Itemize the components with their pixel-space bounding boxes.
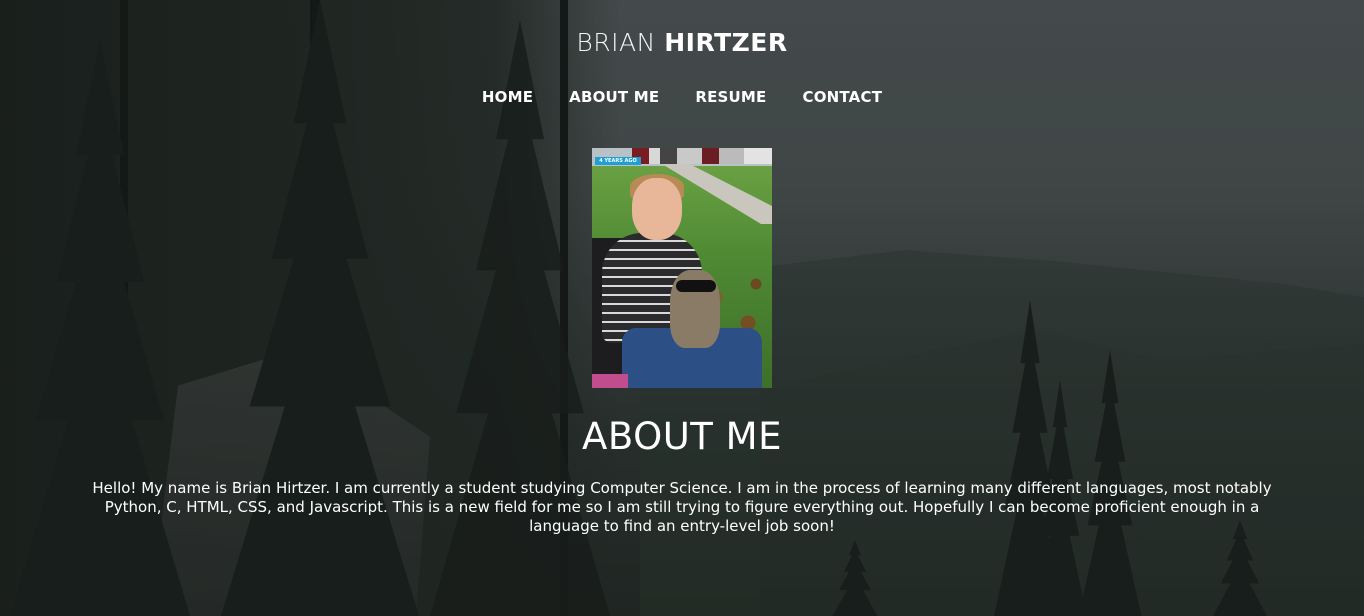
nav-home-link[interactable]: HOME (482, 88, 533, 106)
photo-pink-object (592, 374, 628, 388)
about-heading: ABOUT ME (582, 415, 782, 458)
photo-parked-cars (632, 148, 772, 164)
profile-photo: 4 YEARS AGO (592, 148, 772, 388)
photo-dog-goggles (676, 280, 716, 292)
about-paragraph: Hello! My name is Brian Hirtzer. I am cu… (92, 479, 1272, 535)
main-nav: HOME ABOUT ME RESUME CONTACT (0, 88, 1364, 106)
nav-contact-link[interactable]: CONTACT (803, 88, 883, 106)
photo-person-head (632, 178, 682, 240)
site-title-last: HIRTZER (664, 28, 788, 57)
site-title: BRIAN HIRTZER (0, 28, 1364, 57)
site-title-first: BRIAN (576, 28, 656, 57)
nav-resume-link[interactable]: RESUME (695, 88, 766, 106)
nav-about-me-link[interactable]: ABOUT ME (569, 88, 659, 106)
photo-badge: 4 YEARS AGO (595, 157, 641, 165)
page: BRIAN HIRTZER HOME ABOUT ME RESUME CONTA… (0, 0, 1364, 616)
